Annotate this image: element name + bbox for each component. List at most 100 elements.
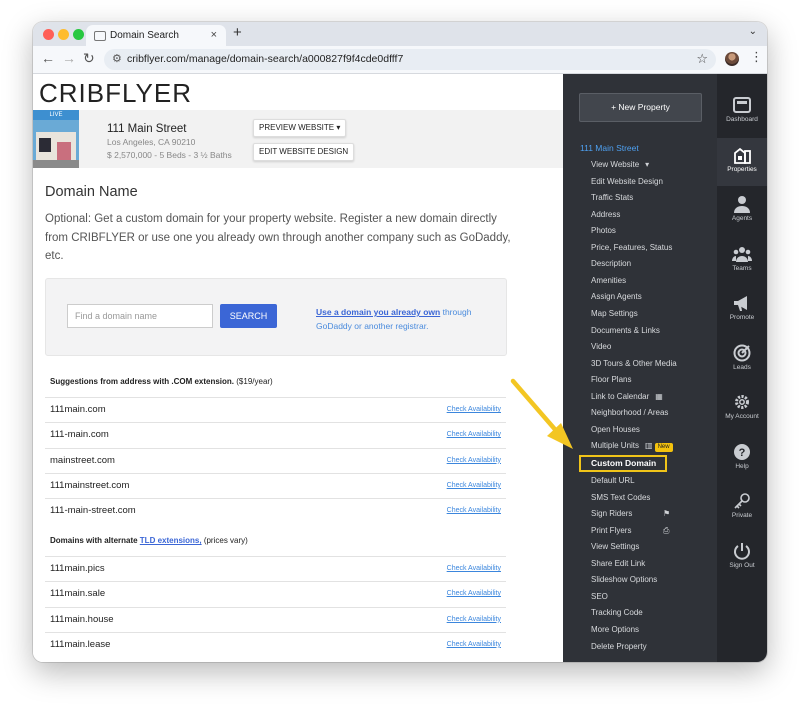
- check-availability-link[interactable]: Check Availability: [447, 457, 501, 464]
- domain-row: 111main.lease Check Availability: [45, 631, 506, 657]
- menu-item-neighborhood-areas[interactable]: Neighborhood / Areas: [591, 408, 668, 417]
- menu-item-label: Sign Riders: [591, 509, 633, 519]
- browser-tab[interactable]: Domain Search ×: [86, 25, 226, 46]
- check-availability-link[interactable]: Check Availability: [447, 616, 501, 623]
- new-badge: New: [654, 443, 673, 453]
- menu-item-label: Address: [591, 209, 621, 219]
- domain-row: mainstreet.com Check Availability: [45, 447, 506, 473]
- rail-item-label: Properties: [727, 165, 757, 173]
- menu-property-title[interactable]: 111 Main Street: [580, 143, 639, 153]
- rail-item-private[interactable]: Private: [717, 484, 767, 532]
- menu-item-3d-tours-other-media[interactable]: 3D Tours & Other Media: [591, 359, 677, 368]
- menu-item-multiple-units[interactable]: Multiple Units ▥ New: [591, 441, 673, 453]
- menu-item-print-flyers[interactable]: Print Flyers ⎙: [591, 526, 669, 535]
- browser-window: Domain Search × + ⌄ ← → ↻ ⚙ cribflyer.co…: [33, 22, 767, 662]
- menu-item-label: Photos: [591, 226, 616, 236]
- menu-item-view-settings[interactable]: View Settings: [591, 542, 639, 551]
- domain-name: 111main.lease: [50, 638, 111, 650]
- new-tab-button[interactable]: +: [233, 24, 242, 41]
- menu-item-assign-agents[interactable]: Assign Agents: [591, 292, 642, 301]
- property-details: $ 2,570,000 - 5 Beds - 3 ½ Baths: [107, 150, 232, 160]
- rail-item-properties[interactable]: Properties: [717, 137, 767, 186]
- rail-item-leads[interactable]: Leads: [717, 336, 767, 384]
- menu-item-address[interactable]: Address: [591, 210, 620, 219]
- menu-item-open-houses[interactable]: Open Houses: [591, 425, 640, 434]
- property-thumbnail[interactable]: LIVE: [33, 110, 79, 168]
- menu-item-label: Assign Agents: [591, 292, 642, 302]
- check-availability-link[interactable]: Check Availability: [447, 565, 501, 572]
- menu-item-price-features-status[interactable]: Price, Features, Status: [591, 243, 672, 252]
- menu-item-photos[interactable]: Photos: [591, 226, 616, 235]
- menu-item-label: Delete Property: [591, 641, 647, 651]
- new-property-button[interactable]: + New Property: [579, 93, 702, 122]
- menu-item-video[interactable]: Video: [591, 342, 611, 351]
- menu-item-description[interactable]: Description: [591, 259, 631, 268]
- menu-item-documents-links[interactable]: Documents & Links: [591, 326, 660, 335]
- check-availability-link[interactable]: Check Availability: [447, 507, 501, 514]
- domain-name: mainstreet.com: [50, 454, 115, 466]
- cribflyer-logo[interactable]: CRIBFLYER: [39, 78, 192, 109]
- menu-item-label: Map Settings: [591, 308, 638, 318]
- search-button[interactable]: SEARCH: [220, 304, 277, 328]
- menu-item-custom-domain[interactable]: Custom Domain: [579, 455, 667, 472]
- back-arrow-icon[interactable]: ←: [41, 50, 55, 66]
- menu-item-label: Documents & Links: [591, 325, 660, 335]
- domain-name: 111main.com: [50, 404, 106, 415]
- rail-item-agents[interactable]: Agents: [717, 187, 767, 235]
- menu-item-edit-website-design[interactable]: Edit Website Design: [591, 177, 663, 186]
- rail-item-help[interactable]: ? Help: [717, 435, 767, 483]
- domain-search-input[interactable]: [67, 304, 213, 328]
- menu-item-traffic-stats[interactable]: Traffic Stats: [591, 193, 633, 202]
- menu-item-sign-riders[interactable]: Sign Riders ⚑: [591, 509, 670, 519]
- profile-avatar[interactable]: [725, 52, 739, 66]
- menu-item-sms-text-codes[interactable]: SMS Text Codes: [591, 493, 650, 502]
- bookmark-star-icon[interactable]: ☆: [696, 51, 708, 67]
- rail-item-promote[interactable]: Promote: [717, 286, 767, 334]
- minimize-window-button[interactable]: [58, 29, 69, 40]
- menu-item-floor-plans[interactable]: Floor Plans: [591, 375, 631, 384]
- check-availability-link[interactable]: Check Availability: [447, 406, 501, 413]
- check-availability-link[interactable]: Check Availability: [447, 482, 501, 489]
- close-tab-icon[interactable]: ×: [211, 25, 217, 46]
- menu-item-label: SMS Text Codes: [591, 492, 651, 502]
- tab-search-chevron-icon[interactable]: ⌄: [749, 26, 757, 37]
- property-city: Los Angeles, CA 90210: [107, 137, 196, 147]
- close-window-button[interactable]: [43, 29, 54, 40]
- zoom-window-button[interactable]: [73, 29, 84, 40]
- forward-arrow-icon[interactable]: →: [62, 50, 76, 66]
- menu-item-label: Slideshow Options: [591, 575, 658, 585]
- menu-item-tracking-code[interactable]: Tracking Code: [591, 608, 643, 617]
- menu-item-default-url[interactable]: Default URL: [591, 476, 635, 485]
- menu-item-seo[interactable]: SEO: [591, 592, 608, 601]
- check-availability-link[interactable]: Check Availability: [447, 641, 501, 648]
- menu-item-more-options[interactable]: More Options: [591, 625, 639, 634]
- use-own-domain-link[interactable]: Use a domain you already own: [316, 307, 440, 317]
- menu-item-delete-property[interactable]: Delete Property: [591, 642, 647, 651]
- tld-extensions-link[interactable]: TLD extensions,: [140, 536, 202, 545]
- menu-item-map-settings[interactable]: Map Settings: [591, 309, 638, 318]
- address-bar[interactable]: ⚙ cribflyer.com/manage/domain-search/a00…: [104, 49, 716, 70]
- menu-item-share-edit-link[interactable]: Share Edit Link: [591, 559, 645, 568]
- flag-icon: ⚑: [663, 509, 671, 519]
- menu-item-amenities[interactable]: Amenities: [591, 276, 626, 285]
- check-availability-link[interactable]: Check Availability: [447, 590, 501, 597]
- browser-menu-icon[interactable]: ⋮: [750, 49, 763, 65]
- preview-website-button[interactable]: PREVIEW WEBSITE ▾: [253, 119, 347, 137]
- site-settings-icon[interactable]: ⚙: [112, 52, 122, 65]
- reload-icon[interactable]: ↻: [83, 50, 95, 67]
- menu-item-view-website[interactable]: View Website ▾: [591, 160, 649, 169]
- domain-row: 111mainstreet.com Check Availability: [45, 472, 506, 498]
- rail-item-sign-out[interactable]: Sign Out: [717, 534, 767, 582]
- alt-tld-heading: Domains with alternate TLD extensions, (…: [50, 536, 248, 545]
- check-availability-link[interactable]: Check Availability: [447, 431, 501, 438]
- menu-item-link-to-calendar[interactable]: Link to Calendar ▦: [591, 392, 663, 401]
- menu-item-slideshow-options[interactable]: Slideshow Options: [591, 575, 657, 584]
- rail-item-teams[interactable]: Teams: [717, 237, 767, 285]
- rail-item-dashboard[interactable]: Dashboard: [717, 88, 767, 136]
- edit-website-design-button[interactable]: EDIT WEBSITE DESIGN: [253, 143, 355, 161]
- calendar-icon: ▦: [655, 391, 663, 401]
- thumb-window: [39, 138, 51, 152]
- rail-item-label: Promote: [729, 314, 755, 321]
- rail-item-my-account[interactable]: My Account: [717, 385, 767, 433]
- domain-name: 111main.house: [50, 613, 114, 625]
